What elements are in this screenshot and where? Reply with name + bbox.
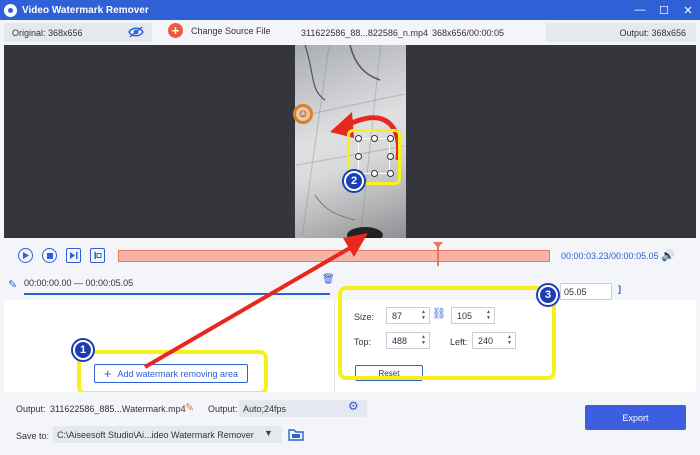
- time-readout: 00:00:03.23/00:00:05.05: [561, 251, 659, 261]
- play-button[interactable]: [18, 248, 33, 263]
- step-badge-1: 1: [73, 340, 93, 360]
- app-logo-icon: [4, 3, 17, 17]
- resize-handle[interactable]: [371, 170, 378, 177]
- save-path-value: C:\Aiseesoft Studio\Ai...ideo Watermark …: [57, 429, 254, 440]
- resize-handle[interactable]: [371, 135, 378, 142]
- next-frame-button[interactable]: [90, 248, 105, 263]
- stop-button[interactable]: [42, 248, 57, 263]
- save-to-label: Save to:: [16, 431, 50, 441]
- app-title: Video Watermark Remover: [22, 4, 149, 16]
- volume-icon[interactable]: 🔊: [661, 249, 675, 262]
- range-time: 00:00:00.00 — 00:00:05.05: [24, 278, 134, 288]
- gear-icon[interactable]: ⚙: [348, 399, 359, 413]
- eraser-icon: ✎: [8, 279, 18, 291]
- original-resolution: Original: 368x656: [4, 23, 152, 42]
- output-resolution: Output: 368x656: [546, 23, 696, 42]
- output-format-value: Auto;24fps: [243, 403, 287, 414]
- timeline-playhead[interactable]: [436, 242, 439, 266]
- window-controls: — ☐ ✕: [628, 0, 700, 20]
- straight-arrow-icon: [143, 233, 368, 369]
- title-bar: Video Watermark Remover — ☐ ✕: [0, 0, 700, 20]
- change-source-button[interactable]: + Change Source File: [168, 23, 271, 38]
- resize-handle[interactable]: [355, 153, 362, 160]
- maximize-button[interactable]: ☐: [652, 0, 676, 20]
- set-end-icon[interactable]: ]: [618, 284, 621, 294]
- output-filename: 311622586_885...Watermark.mp4: [50, 404, 186, 414]
- output-file-label: Output:: [16, 404, 46, 414]
- plus-icon: +: [168, 23, 183, 38]
- folder-icon[interactable]: [288, 428, 304, 441]
- save-path-field[interactable]: C:\Aiseesoft Studio\Ai...ideo Watermark …: [53, 426, 282, 443]
- export-button[interactable]: Export: [585, 405, 686, 430]
- source-filename: 311622586_88...822586_n.mp4: [301, 28, 428, 38]
- edit-icon[interactable]: ✎: [185, 401, 194, 414]
- bottom-bar: Output: 311622586_885...Watermark.mp4 ✎ …: [0, 392, 700, 455]
- resize-handle[interactable]: [355, 135, 362, 142]
- end-time-value: 05.05: [564, 286, 587, 297]
- minimize-button[interactable]: —: [628, 0, 652, 20]
- resize-handle[interactable]: [387, 153, 394, 160]
- resize-handle[interactable]: [387, 170, 394, 177]
- change-source-label: Change Source File: [191, 25, 271, 36]
- step-badge-3: 3: [538, 285, 558, 305]
- original-label: Original: 368x656: [12, 27, 83, 38]
- output-format-label: Output:: [208, 404, 238, 414]
- source-fileinfo: 368x656/00:00:05: [432, 28, 505, 38]
- selection-area[interactable]: [355, 135, 394, 177]
- step-badge-2: 2: [344, 171, 364, 191]
- prev-frame-button[interactable]: [66, 248, 81, 263]
- resize-handle[interactable]: [387, 135, 394, 142]
- close-button[interactable]: ✕: [676, 0, 700, 20]
- export-label: Export: [622, 412, 649, 423]
- chevron-down-icon[interactable]: ▼: [264, 428, 273, 438]
- output-resolution-label: Output: 368x656: [619, 27, 686, 38]
- end-time-field[interactable]: 05.05: [560, 283, 612, 300]
- eye-icon[interactable]: [128, 26, 144, 38]
- info-bar: Original: 368x656 + Change Source File 3…: [0, 20, 700, 45]
